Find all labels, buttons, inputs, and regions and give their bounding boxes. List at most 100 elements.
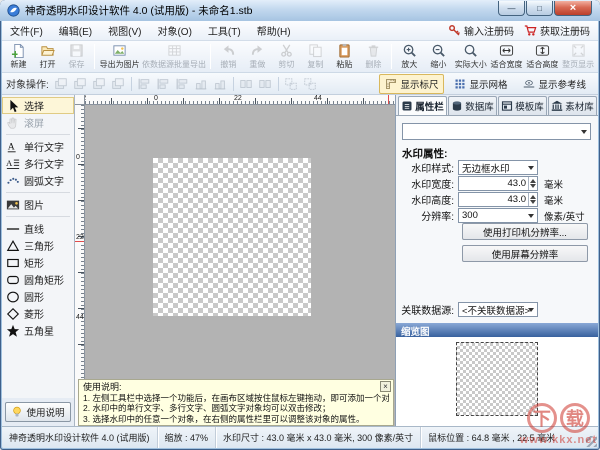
ungroup-button[interactable]: [301, 75, 320, 93]
copy-button[interactable]: 复制: [301, 42, 330, 71]
thumbnail-preview: [456, 342, 538, 416]
menu-view[interactable]: 视图(V): [100, 21, 149, 40]
tip-close-button[interactable]: ×: [380, 381, 391, 392]
tab-templates[interactable]: 模板库: [498, 96, 547, 115]
minimize-button[interactable]: —: [498, 1, 525, 16]
guides-icon: [523, 78, 535, 90]
resize-grip[interactable]: [586, 436, 597, 447]
tab-database[interactable]: 数据库: [448, 96, 497, 115]
toolbar-separator: [209, 44, 211, 69]
zoom-out-button[interactable]: 缩小: [424, 42, 453, 71]
align-top-button[interactable]: [192, 75, 211, 93]
watermark-style-select[interactable]: 无边框水印: [458, 160, 538, 175]
show-grid-toggle[interactable]: 显示网格: [448, 74, 513, 94]
menu-tools[interactable]: 工具(T): [200, 21, 249, 40]
tool-diamond[interactable]: 菱形: [2, 305, 74, 322]
cut-button[interactable]: 剪切: [272, 42, 301, 71]
menu-file[interactable]: 文件(F): [2, 21, 51, 40]
menu-help[interactable]: 帮助(H): [249, 21, 299, 40]
watermark-width-input[interactable]: 43.0: [458, 176, 538, 191]
actual-size-icon: [463, 43, 478, 58]
v-ruler: 0 22 44: [75, 105, 85, 426]
toolbox: 选择 滚屏 A 单行文字 A 多行文字圆弧文字图片直线 三角形 矩形 圆角矩形 圆形菱形 五角星: [2, 95, 75, 398]
key-icon: [448, 24, 461, 37]
ruler-label: 0: [76, 154, 80, 161]
align-right-button[interactable]: [173, 75, 192, 93]
zoom-in-icon: [402, 43, 417, 58]
show-ruler-toggle[interactable]: 显示标尺: [379, 73, 445, 94]
tool-arc-text[interactable]: 圆弧文字: [2, 172, 74, 189]
open-button[interactable]: 打开: [33, 42, 62, 71]
resolution-select[interactable]: 300: [458, 208, 538, 223]
tool-image[interactable]: 图片: [2, 196, 74, 213]
save-button[interactable]: 保存: [62, 42, 91, 71]
maximize-button[interactable]: □: [526, 1, 553, 16]
same-width-button[interactable]: [237, 75, 256, 93]
tool-pan[interactable]: 滚屏: [2, 114, 74, 131]
bring-forward-button[interactable]: [90, 75, 109, 93]
toggle-label: 显示网格: [469, 79, 508, 91]
enter-reg-code-link[interactable]: 输入注册码: [448, 23, 514, 38]
watermark-height-input[interactable]: 43.0: [458, 192, 538, 207]
tool-label: 菱形: [24, 310, 44, 321]
export-image-button[interactable]: 导出为图片: [98, 42, 141, 71]
send-backward-button[interactable]: [109, 75, 128, 93]
close-button[interactable]: ×: [554, 1, 592, 16]
tool-rectangle[interactable]: 矩形: [2, 254, 74, 271]
tool-star[interactable]: 五角星: [2, 322, 74, 339]
align-bottom-button[interactable]: [211, 75, 230, 93]
canvas[interactable]: [85, 105, 395, 426]
tab-materials[interactable]: 素材库: [548, 96, 597, 115]
show-guides-toggle[interactable]: 显示参考线: [517, 74, 592, 94]
group-button[interactable]: [282, 75, 301, 93]
datasource-label: 关联数据源:: [401, 306, 454, 317]
fit-width-button[interactable]: 适合宽度: [489, 42, 525, 71]
tool-rounded-rectangle[interactable]: 圆角矩形: [2, 271, 74, 288]
menu-edit[interactable]: 编辑(E): [51, 21, 100, 40]
align-center-button[interactable]: [154, 75, 173, 93]
paste-button[interactable]: 粘贴: [330, 42, 359, 71]
object-ops: [52, 75, 320, 93]
zoom-in-button[interactable]: 放大: [395, 42, 424, 71]
usage-help-button[interactable]: 使用说明: [5, 402, 71, 422]
use-screen-resolution-button[interactable]: 使用屏幕分辨率: [462, 245, 588, 262]
get-reg-code-link[interactable]: 获取注册码: [524, 23, 590, 38]
tool-select[interactable]: 选择: [2, 97, 74, 114]
object-selector-dropdown[interactable]: [402, 123, 591, 140]
redo-button[interactable]: 重做: [243, 42, 272, 71]
fit-page-button[interactable]: 整页显示: [560, 42, 596, 71]
ruler-label: 22: [76, 234, 84, 241]
menubar: 文件(F) 编辑(E) 视图(V) 对象(O) 工具(T) 帮助(H) 输入注册码 获取注册…: [2, 21, 598, 41]
v-ruler-cursor-marker: [75, 241, 84, 242]
tab-properties[interactable]: 属性栏: [398, 96, 447, 115]
align-h-icon: [194, 77, 208, 91]
watermark-canvas[interactable]: [153, 158, 311, 316]
align-left-button[interactable]: [135, 75, 154, 93]
tool-label: 圆弧文字: [24, 177, 64, 188]
batch-export-button[interactable]: 依数据源批量导出: [141, 42, 207, 71]
properties-icon: [401, 100, 413, 112]
tool-single-line-text[interactable]: A 单行文字: [2, 138, 74, 155]
datasource-select[interactable]: <不关联数据源>: [458, 302, 538, 317]
bring-to-front-button[interactable]: [52, 75, 71, 93]
fit-height-button[interactable]: 适合高度: [524, 42, 560, 71]
send-to-back-button[interactable]: [71, 75, 90, 93]
undo-button[interactable]: 撤销: [214, 42, 243, 71]
titlebar[interactable]: 神奇透明水印设计软件 4.0 (试用版) - 未命名1.stb — □ ×: [0, 0, 600, 21]
use-printer-resolution-button[interactable]: 使用打印机分辨率...: [462, 223, 588, 240]
dropdown-arrow-icon: [581, 129, 587, 134]
toolbar-button-label: 依数据源批量导出: [142, 60, 207, 69]
svg-text:A: A: [6, 157, 13, 167]
tool-triangle[interactable]: 三角形: [2, 237, 74, 254]
actual-size-button[interactable]: 实际大小: [453, 42, 489, 71]
tool-circle[interactable]: 圆形: [2, 288, 74, 305]
tool-multi-line-text[interactable]: A 多行文字: [2, 155, 74, 172]
align-v-icon: [175, 77, 189, 91]
size-icon: [239, 77, 253, 91]
same-height-button[interactable]: [256, 75, 275, 93]
new-button[interactable]: 新建: [4, 42, 33, 71]
menu-object[interactable]: 对象(O): [149, 21, 199, 40]
h-ruler-cursor-marker: [388, 95, 389, 104]
delete-button[interactable]: 删除: [359, 42, 388, 71]
tool-line[interactable]: 直线: [2, 220, 74, 237]
